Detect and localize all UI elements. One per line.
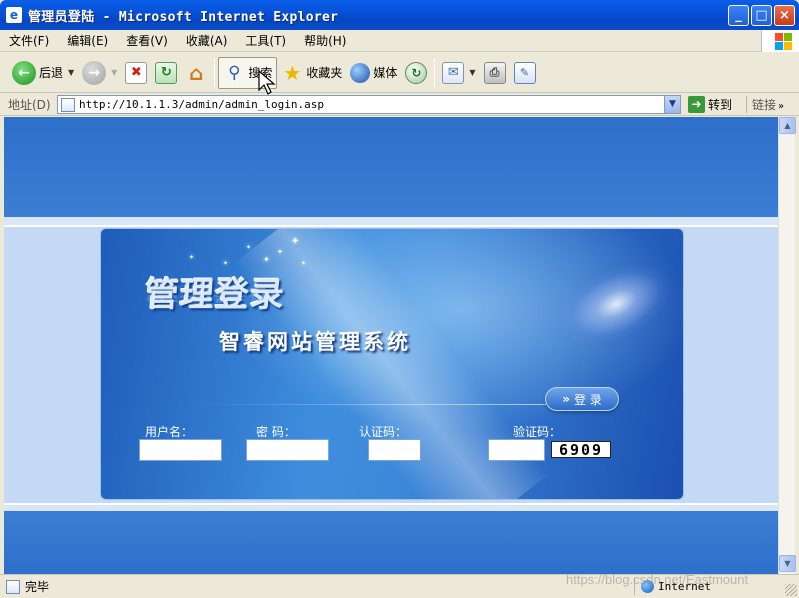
close-button[interactable]: × (774, 5, 795, 26)
divider-stripe (4, 217, 778, 225)
system-name: 智睿网站管理系统 (219, 329, 411, 354)
menu-bar: 文件(F) 编辑(E) 查看(V) 收藏(A) 工具(T) 帮助(H) (0, 30, 799, 52)
scroll-up-button[interactable]: ▲ (779, 117, 796, 134)
history-button[interactable]: ↻ (401, 57, 431, 89)
sparkle-icon: ✦ (277, 248, 283, 256)
menu-help[interactable]: 帮助(H) (295, 32, 355, 49)
forward-arrow-icon: → (82, 60, 107, 85)
menu-favorites[interactable]: 收藏(A) (177, 32, 237, 49)
window-controls: _ □ × (728, 5, 795, 26)
go-label: 转到 (708, 98, 733, 112)
printer-icon: ⎙ (483, 61, 506, 84)
auth-code-label: 认证码： (359, 425, 408, 439)
mouse-cursor (258, 69, 278, 98)
status-text: 完毕 (25, 580, 50, 594)
address-input[interactable]: http://10.1.1.3/admin/admin_login.asp ▼ (57, 95, 681, 114)
back-label: 后退 (39, 66, 64, 80)
captcha-image[interactable]: 6909 (551, 441, 611, 459)
maximize-button[interactable]: □ (751, 5, 772, 26)
window-title: 管理员登陆 - Microsoft Internet Explorer (28, 9, 339, 25)
back-button[interactable]: ← 后退 ▼ (8, 57, 78, 89)
verify-code-label: 验证码： (513, 425, 562, 439)
history-icon: ↻ (405, 61, 428, 84)
forward-button[interactable]: → ▼ (78, 57, 121, 89)
panel-heading-reflection: 管理登录 (145, 285, 281, 304)
refresh-icon: ↻ (155, 61, 178, 84)
divider-stripe (4, 503, 778, 511)
password-input[interactable] (246, 439, 329, 461)
address-bar: 地址(D) http://10.1.1.3/admin/admin_login.… (0, 94, 799, 116)
toolbar-separator (434, 58, 436, 87)
decorative-line (191, 404, 546, 405)
links-chevron-icon: » (778, 101, 785, 112)
address-label: 地址(D) (8, 98, 51, 112)
print-button[interactable]: ⎙ (480, 57, 510, 89)
links-label: 链接 (752, 98, 777, 112)
header-band (4, 117, 778, 217)
favorites-star-icon: ★ (283, 60, 302, 85)
media-globe-icon (350, 62, 371, 83)
mail-button[interactable]: ✉ ▼ (438, 57, 479, 89)
forward-dropdown-icon[interactable]: ▼ (111, 68, 117, 77)
minimize-button[interactable]: _ (728, 5, 749, 26)
favorites-label: 收藏夹 (306, 66, 343, 80)
footer-band (4, 511, 778, 574)
title-bar: e 管理员登陆 - Microsoft Internet Explorer _ … (0, 0, 799, 30)
back-arrow-icon: ← (12, 60, 36, 85)
sparkle-icon: ✦ (291, 236, 300, 247)
address-url[interactable]: http://10.1.1.3/admin/admin_login.asp (79, 98, 324, 111)
refresh-button[interactable]: ↻ (151, 57, 181, 89)
mail-icon: ✉ (442, 61, 465, 84)
page-icon (61, 97, 75, 112)
scroll-down-button[interactable]: ▼ (779, 555, 796, 572)
stop-button[interactable]: ✖ (121, 57, 151, 89)
mail-dropdown-icon[interactable]: ▼ (469, 68, 475, 77)
sparkle-icon: ✦ (301, 260, 307, 267)
auth-code-input[interactable] (368, 439, 421, 461)
sparkle-icon: ✦ (189, 254, 195, 261)
windows-logo-icon (761, 30, 799, 52)
edit-button[interactable]: ✎ (510, 57, 540, 89)
username-input[interactable] (139, 439, 222, 461)
toolbar-separator (214, 58, 216, 87)
ie-app-icon[interactable]: e (6, 7, 22, 23)
watermark: https://blog.csdn.net/Eastmount (566, 572, 749, 587)
go-arrow-icon: ➜ (688, 96, 705, 113)
menu-tools[interactable]: 工具(T) (236, 32, 295, 49)
address-dropdown-icon[interactable]: ▼ (664, 96, 680, 113)
media-button[interactable]: 媒体 (346, 57, 401, 89)
password-label: 密 码： (256, 425, 296, 439)
home-button[interactable]: ⌂ (181, 57, 211, 89)
back-dropdown-icon[interactable]: ▼ (68, 68, 74, 77)
edit-page-icon: ✎ (513, 61, 536, 84)
links-button[interactable]: 链接» (746, 96, 784, 113)
galaxy-decoration (546, 246, 683, 362)
login-button[interactable]: » 登 录 (545, 387, 619, 411)
page-viewport: ✦ ✦ ✦ ✦ ✦ ✦ ✦ 管理登录 管理登录 智睿网站管理系统 » 登 录 用… (4, 117, 778, 574)
double-arrow-icon: » (562, 392, 570, 406)
favorites-button[interactable]: ★ 收藏夹 (277, 57, 346, 89)
menu-edit[interactable]: 编辑(E) (58, 32, 117, 49)
login-panel: ✦ ✦ ✦ ✦ ✦ ✦ ✦ 管理登录 管理登录 智睿网站管理系统 » 登 录 用… (100, 228, 684, 500)
standard-toolbar: ← 后退 ▼ → ▼ ✖ ↻ ⌂ ⚲ 搜索 ★ 收藏夹 媒体 ↻ ✉ ▼ ⎙ ✎ (0, 53, 799, 93)
go-button[interactable]: ➜ 转到 (688, 96, 732, 113)
sparkle-icon: ✦ (263, 255, 270, 264)
stop-icon: ✖ (125, 61, 148, 84)
media-label: 媒体 (373, 66, 398, 80)
login-button-label: 登 录 (573, 392, 602, 407)
menu-view[interactable]: 查看(V) (117, 32, 177, 49)
menu-file[interactable]: 文件(F) (0, 32, 58, 49)
username-label: 用户名： (145, 425, 194, 439)
home-icon: ⌂ (189, 60, 204, 85)
page-status-icon (6, 579, 20, 594)
sparkle-icon: ✦ (246, 244, 252, 251)
search-icon: ⚲ (228, 62, 241, 83)
verify-code-input[interactable] (488, 439, 545, 461)
resize-grip[interactable] (785, 584, 797, 596)
vertical-scrollbar[interactable]: ▲ ▼ (778, 117, 796, 574)
